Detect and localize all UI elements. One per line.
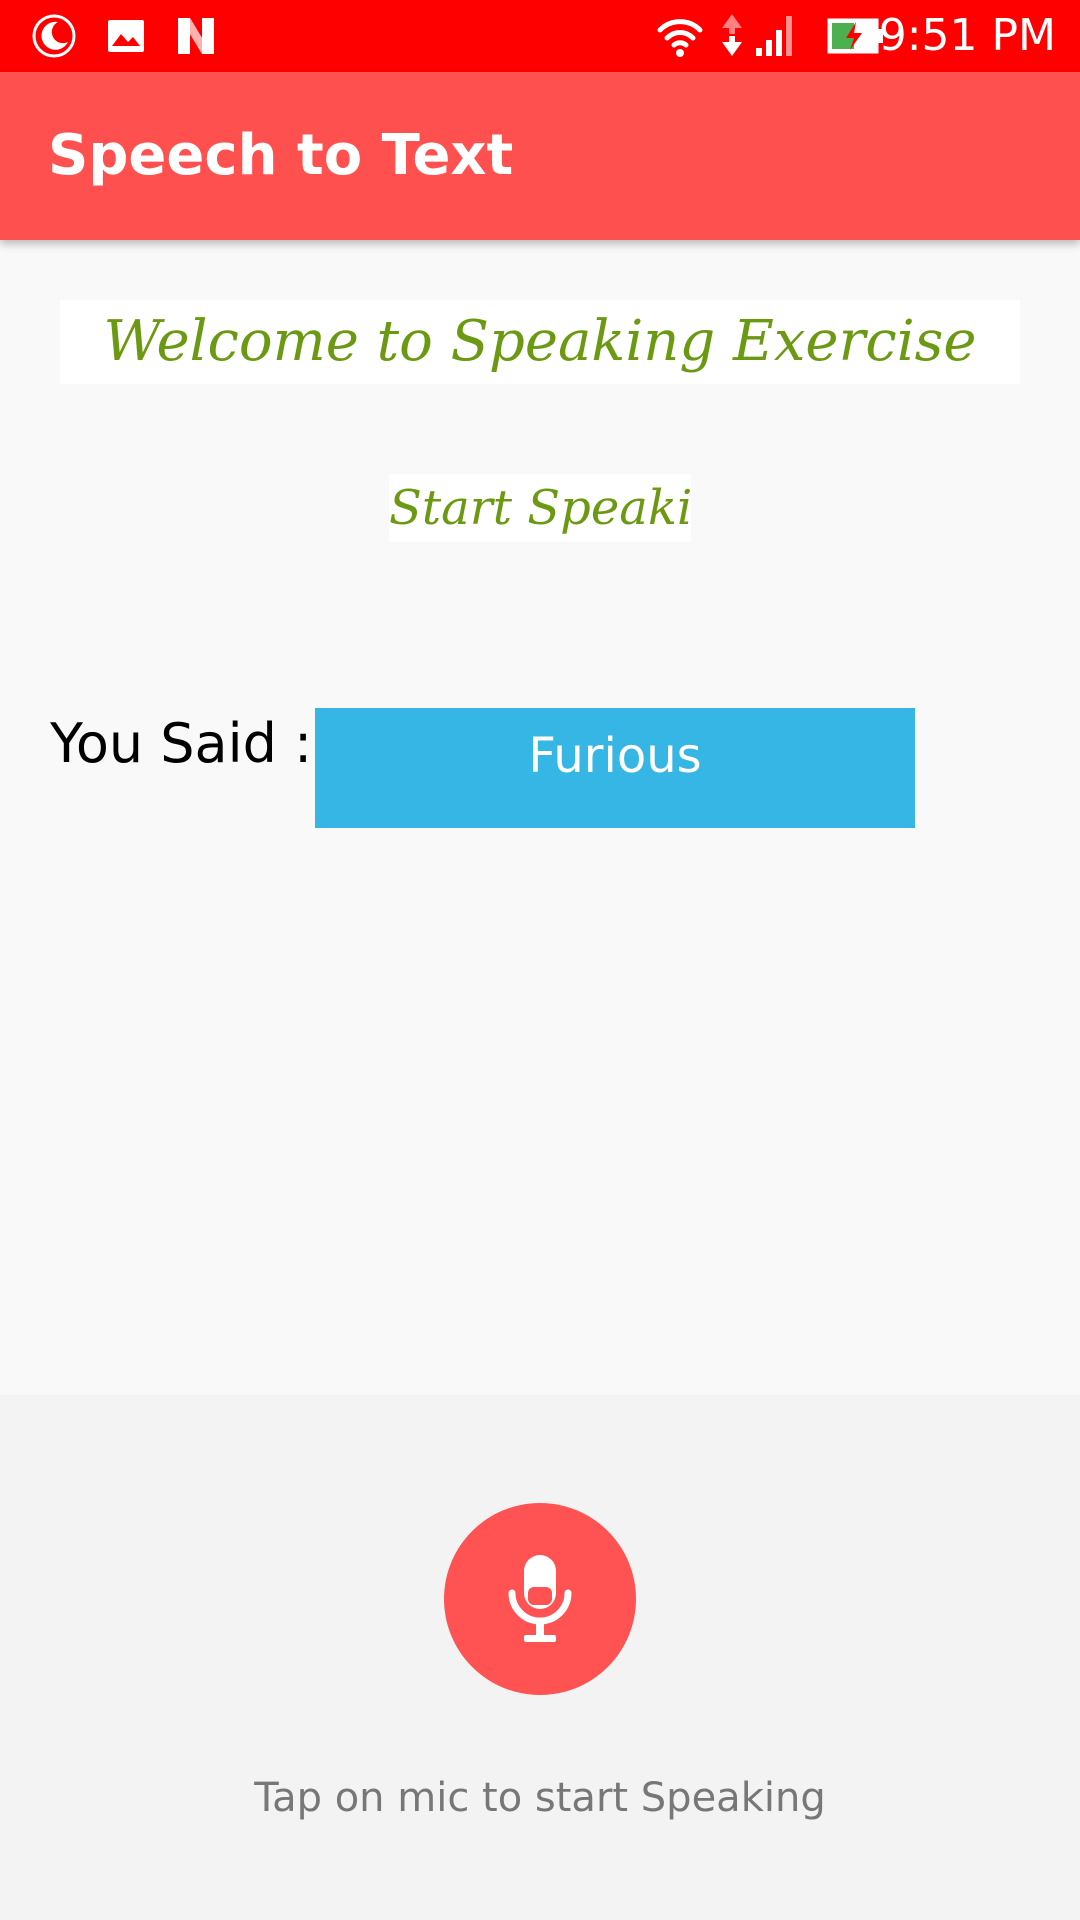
wifi-icon xyxy=(657,19,703,57)
you-said-label: You Said : xyxy=(50,712,313,775)
mic-button[interactable] xyxy=(444,1503,636,1695)
battery-charging-icon xyxy=(827,18,883,54)
mic-hint-text: Tap on mic to start Speaking xyxy=(254,1775,826,1821)
data-arrows-icon xyxy=(722,14,742,56)
n-logo-icon xyxy=(178,18,214,54)
image-icon xyxy=(108,20,144,52)
welcome-banner: Welcome to Speaking Exercise xyxy=(60,300,1020,384)
bottom-panel: Tap on mic to start Speaking xyxy=(0,1395,1080,1920)
microphone-icon xyxy=(508,1555,572,1642)
start-speaking-prompt: Start Speaking xyxy=(389,474,691,542)
app-title: Speech to Text xyxy=(48,123,514,188)
app-screen: 9:51 PM Speech to Text Welcome to Speaki… xyxy=(0,0,1080,1920)
app-bar: Speech to Text xyxy=(0,72,1080,240)
recognized-text-box: Furious xyxy=(315,708,915,828)
signal-icon xyxy=(756,16,792,56)
status-bar: 9:51 PM xyxy=(0,0,1080,72)
status-time: 9:51 PM xyxy=(878,10,1056,61)
moon-icon xyxy=(32,14,76,58)
